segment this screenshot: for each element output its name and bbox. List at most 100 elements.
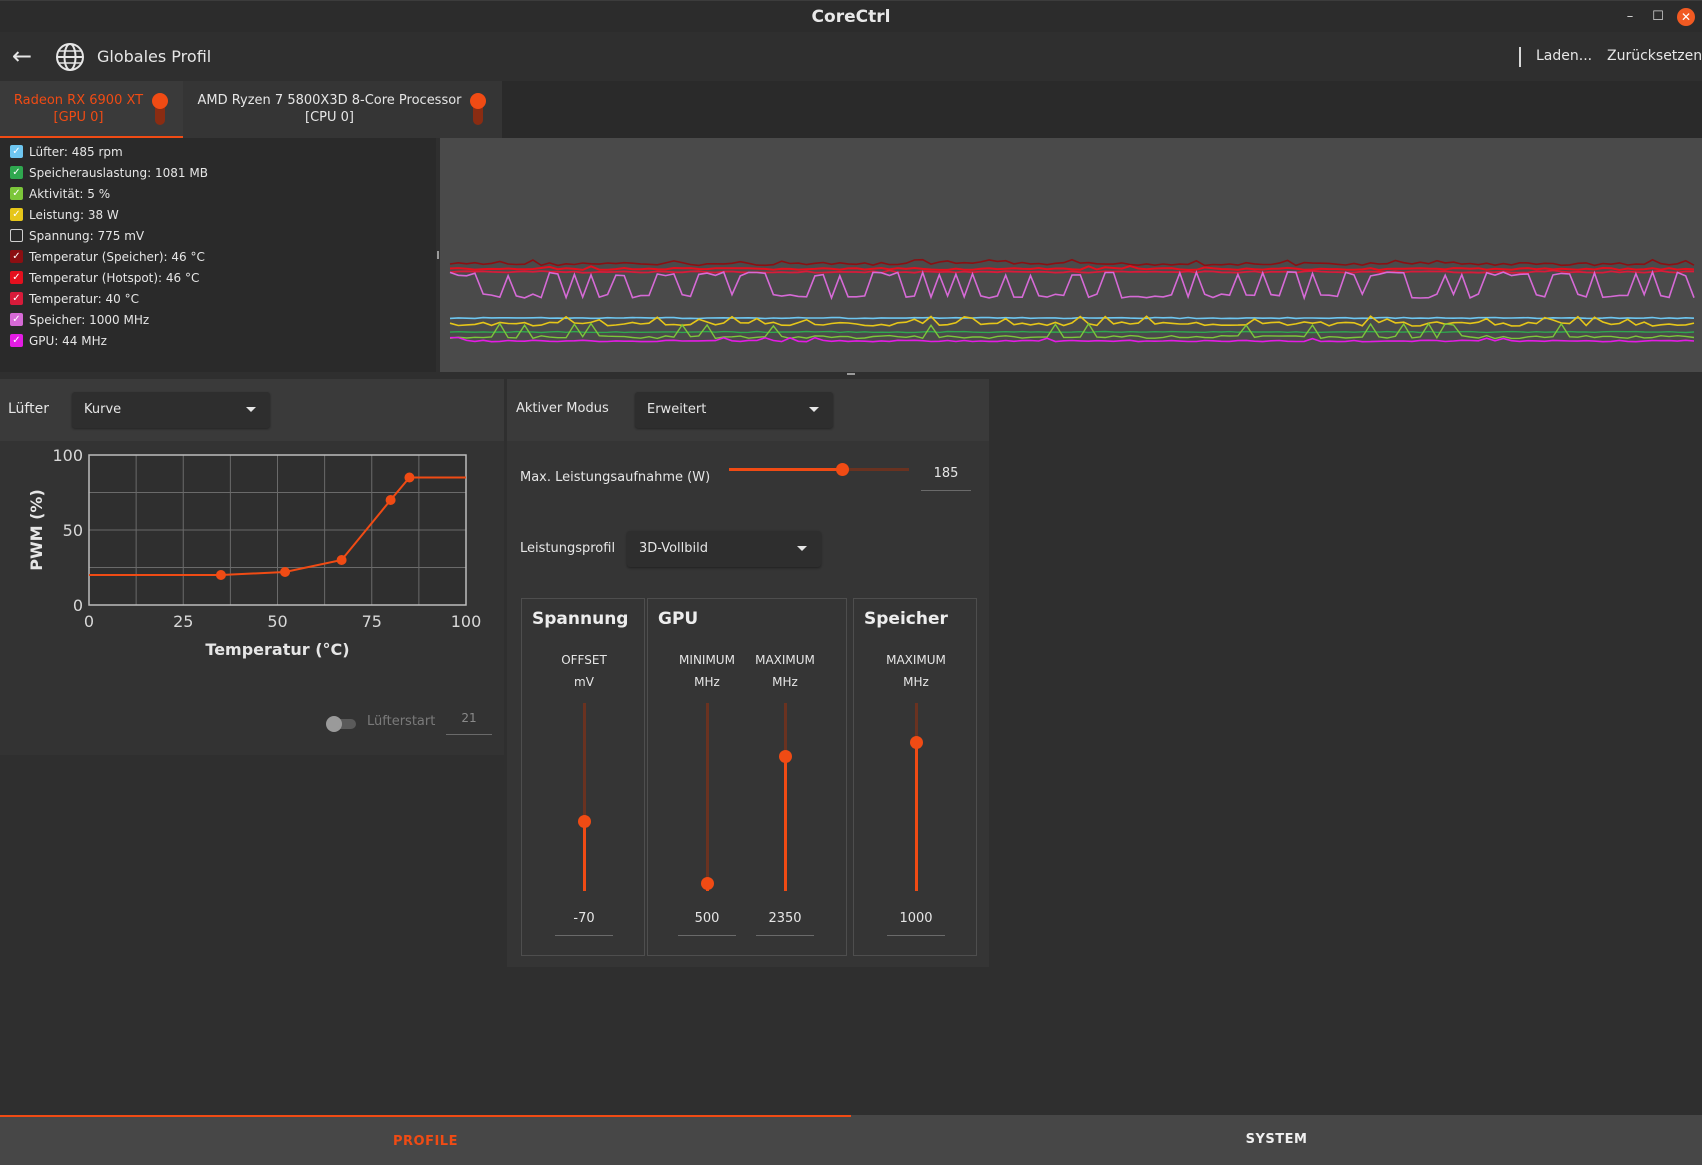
clock-slider-column: MINIMUM MHz 500 [672, 599, 742, 957]
slider-value-input[interactable]: 2350 [756, 911, 814, 936]
power-profile-label: Leistungsprofil [520, 541, 616, 556]
chart-x-tick-label: 75 [362, 612, 382, 631]
fan-curve-chart[interactable]: PWM (%) Temperatur (°C) 0 25 50 75 100 0 50 100 [0, 441, 504, 701]
fan-start-toggle[interactable] [326, 716, 358, 732]
sensor-item[interactable]: ✓ Speicher: 1000 MHz [10, 313, 149, 331]
device-tabbar: Radeon RX 6900 XT [GPU 0] AMD Ryzen 7 58… [0, 81, 1702, 138]
profile-title: Globales Profil [97, 47, 212, 66]
slider-unit-label: MHz [772, 675, 798, 689]
chevron-down-icon [797, 546, 807, 551]
max-power-label: Max. Leistungsaufnahme (W) [520, 470, 711, 485]
slider-value-input[interactable]: 1000 [887, 911, 945, 936]
load-button[interactable]: Laden... [1536, 48, 1592, 64]
checkbox-checked-icon[interactable]: ✓ [10, 313, 23, 326]
minimize-icon[interactable]: – [1623, 10, 1637, 24]
device-toggle-switch[interactable] [470, 93, 486, 125]
sensor-item[interactable]: ✓ Aktivität: 5 % [10, 187, 110, 205]
sensor-list: ✓ Lüfter: 485 rpm ✓ Speicherauslastung: 108… [0, 138, 436, 372]
sensor-trace [449, 330, 1695, 334]
fan-mode-select[interactable]: Kurve [72, 392, 270, 428]
checkbox-checked-icon[interactable]: ✓ [10, 208, 23, 221]
sensor-label: Lüfter: 485 rpm [29, 145, 123, 159]
sensor-item[interactable]: ✓ Leistung: 38 W [10, 208, 119, 226]
fan-curve-point[interactable] [280, 567, 291, 577]
sensor-label: Leistung: 38 W [29, 208, 119, 222]
fan-curve-point[interactable] [404, 472, 415, 483]
slider-handle[interactable] [836, 463, 850, 476]
vertical-slider-fill [583, 821, 586, 891]
slider-unit-label: MHz [903, 675, 929, 689]
sensor-graph [440, 138, 1702, 372]
sensor-item[interactable]: ✓ Speicherauslastung: 1081 MB [10, 166, 208, 184]
max-power-input[interactable]: 185 [921, 459, 971, 491]
slider-handle[interactable] [910, 736, 923, 750]
chart-x-tick-label: 25 [173, 612, 193, 631]
checkbox-checked-icon[interactable]: ✓ [10, 145, 23, 158]
sensor-item[interactable]: ✓ Temperatur: 40 °C [10, 292, 139, 310]
active-mode-select[interactable]: Erweitert [635, 392, 833, 428]
chart-x-tick-label: 50 [267, 612, 287, 631]
max-power-slider[interactable] [721, 459, 917, 479]
splitter-handle-icon[interactable] [437, 251, 439, 259]
chevron-down-icon [809, 407, 819, 412]
slider-name-label: OFFSET [561, 653, 607, 667]
chart-y-tick-label: 0 [73, 596, 83, 615]
power-mode-bar: Aktiver Modus Erweitert [507, 379, 989, 441]
tab-gpu-device[interactable]: Radeon RX 6900 XT [GPU 0] [0, 81, 183, 138]
checkbox-checked-icon[interactable]: ✓ [10, 292, 23, 305]
profile-header: ← Globales Profil Laden... Zurücksetzen [0, 33, 1702, 81]
tab-cpu-id: [CPU 0] [305, 110, 354, 125]
tab-cpu-device[interactable]: AMD Ryzen 7 5800X3D 8-Core Processor [CP… [183, 81, 502, 138]
tab-system[interactable]: SYSTEM [851, 1115, 1702, 1165]
reset-button[interactable]: Zurücksetzen [1607, 48, 1702, 64]
slider-unit-label: mV [574, 675, 594, 689]
sensor-label: Temperatur (Speicher): 46 °C [29, 250, 205, 264]
sensor-item[interactable]: Spannung: 775 mV [10, 229, 144, 247]
sensor-label: Aktivität: 5 % [29, 187, 111, 201]
checkbox-unchecked-icon[interactable] [10, 229, 23, 242]
splitter-handle-icon[interactable] [847, 373, 855, 375]
window-titlebar: CoreCtrl – ☐ ✕ [0, 0, 1702, 32]
gpu-clock-group: GPU MINIMUM MHz 500 MAXIMUM MHz 2350 [647, 598, 847, 956]
chart-xlabel: Temperatur (°C) [205, 640, 349, 659]
slider-value-input[interactable]: 500 [678, 911, 736, 936]
vertical-slider-track[interactable] [706, 703, 709, 891]
fan-curve-point[interactable] [385, 495, 396, 505]
sensor-item[interactable]: ✓ Temperatur (Hotspot): 46 °C [10, 271, 199, 289]
chart-ylabel: PWM (%) [27, 489, 46, 571]
sensor-graph-canvas [449, 258, 1695, 343]
active-mode-value: Erweitert [647, 402, 707, 417]
chart-y-tick-label: 100 [52, 446, 83, 465]
fan-start-input[interactable]: 21 [446, 711, 492, 735]
sensor-trace [449, 264, 1695, 272]
fan-curve-point[interactable] [336, 555, 347, 565]
checkbox-checked-icon[interactable]: ✓ [10, 250, 23, 263]
sensor-label: Speicher: 1000 MHz [29, 313, 150, 327]
sensor-trace [449, 316, 1695, 320]
device-toggle-switch[interactable] [152, 93, 168, 125]
tab-profile[interactable]: PROFILE [0, 1115, 851, 1165]
sensor-item[interactable]: ✓ Lüfter: 485 rpm [10, 145, 123, 163]
power-profile-select[interactable]: 3D-Vollbild [627, 531, 821, 567]
tab-cpu-name: AMD Ryzen 7 5800X3D 8-Core Processor [197, 93, 462, 108]
slider-handle[interactable] [779, 749, 792, 763]
fan-curve-point[interactable] [215, 570, 226, 580]
back-arrow-icon[interactable]: ← [12, 43, 40, 71]
slider-value-input[interactable]: -70 [555, 911, 613, 936]
slider-handle[interactable] [578, 815, 591, 829]
sensor-item[interactable]: ✓ Temperatur (Speicher): 46 °C [10, 250, 205, 268]
close-icon[interactable]: ✕ [1677, 8, 1695, 26]
sensor-label: GPU: 44 MHz [29, 334, 107, 348]
checkbox-checked-icon[interactable]: ✓ [10, 271, 23, 284]
chart-x-tick-label: 0 [84, 612, 94, 631]
sensor-label: Temperatur (Hotspot): 46 °C [29, 271, 200, 285]
checkbox-checked-icon[interactable]: ✓ [10, 187, 23, 200]
checkbox-checked-icon[interactable]: ✓ [10, 334, 23, 347]
checkbox-checked-icon[interactable]: ✓ [10, 166, 23, 179]
slider-handle[interactable] [701, 877, 714, 891]
fan-mode-value: Kurve [84, 402, 122, 417]
tab-gpu-name: Radeon RX 6900 XT [13, 93, 144, 108]
maximize-icon[interactable]: ☐ [1651, 10, 1665, 24]
tab-gpu-id: [GPU 0] [53, 110, 104, 125]
sensor-item[interactable]: ✓ GPU: 44 MHz [10, 334, 107, 352]
